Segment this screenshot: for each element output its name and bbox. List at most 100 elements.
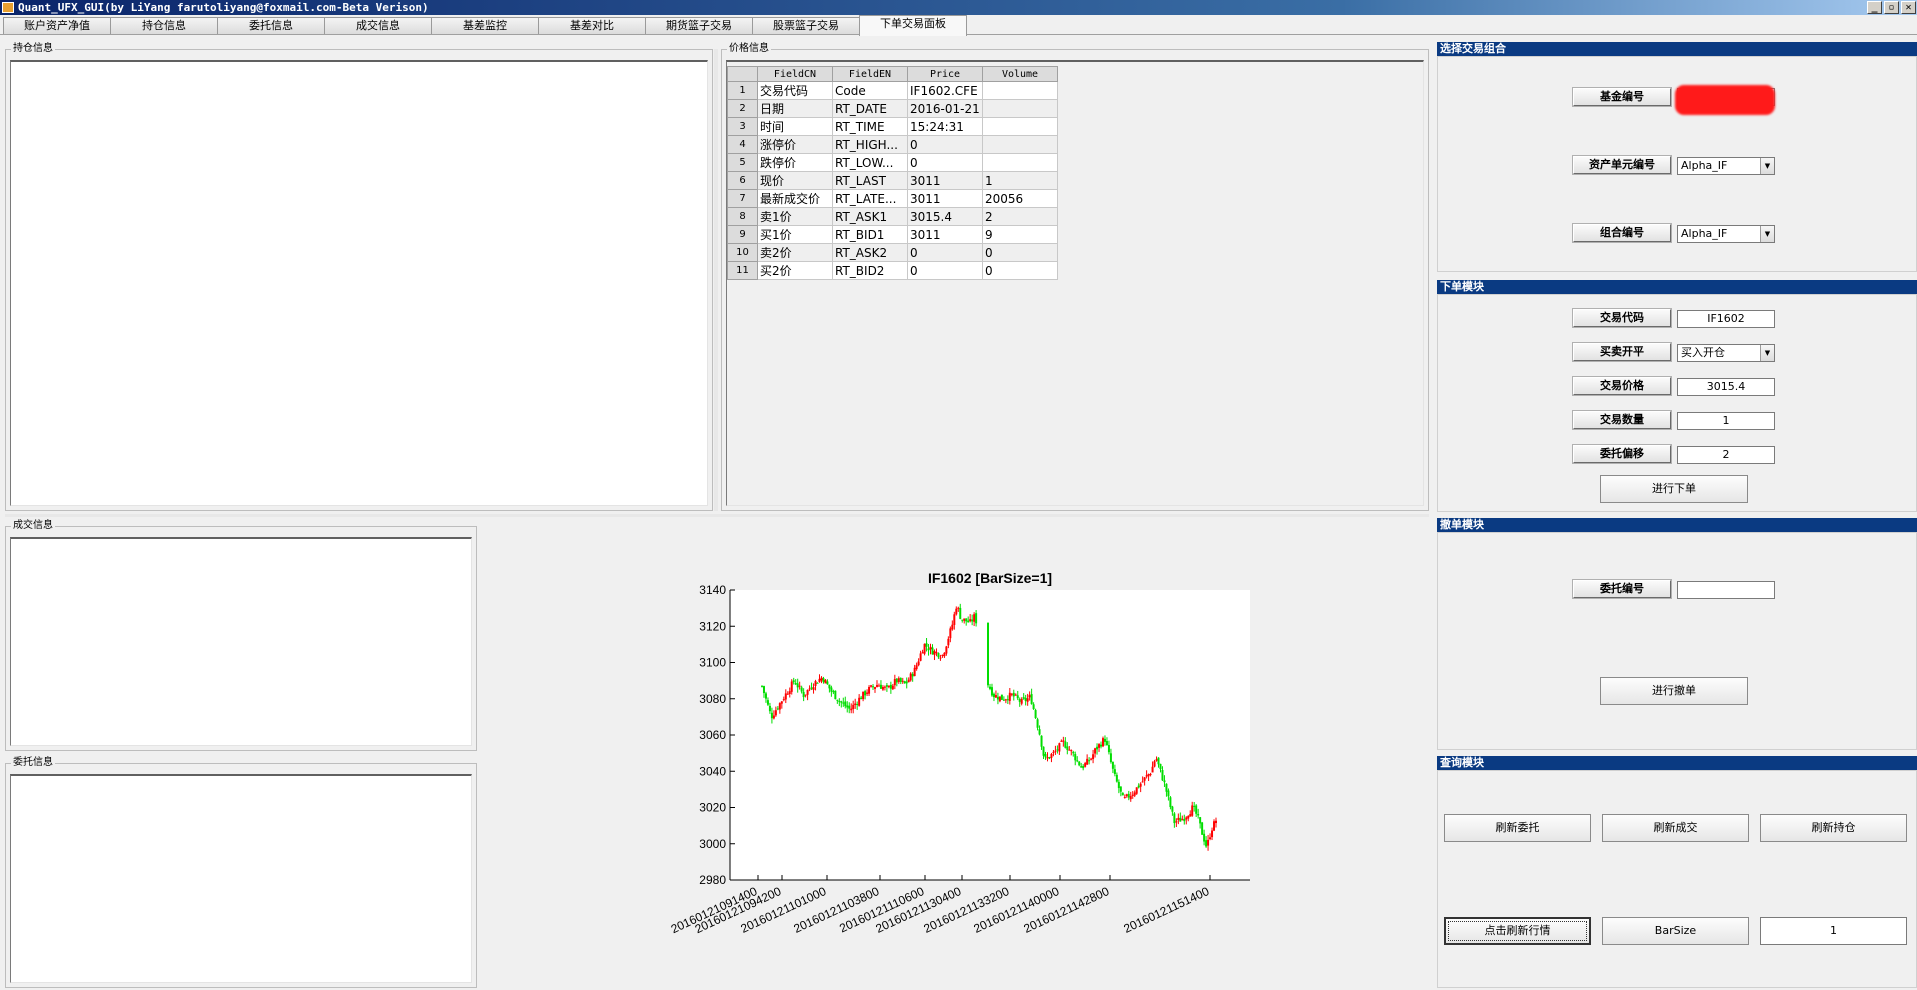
cancel-order-button[interactable]: 进行撤单 [1600, 677, 1748, 705]
candle-body [784, 693, 787, 700]
table-cell[interactable]: 卖2价 [757, 243, 833, 262]
table-cell[interactable]: 20056 [982, 189, 1058, 208]
close-button[interactable]: ✕ [1901, 1, 1916, 14]
table-cell[interactable]: RT_LAST [832, 171, 908, 190]
table-row[interactable]: 5 跌停价 RT_LOW... 0 [727, 153, 1058, 172]
table-cell[interactable] [982, 153, 1058, 172]
table-cell[interactable]: Code [832, 81, 908, 100]
table-cell[interactable]: 3011 [907, 171, 983, 190]
chevron-down-icon[interactable]: ▼ [1760, 158, 1774, 174]
tab-trades[interactable]: 成交信息 [324, 17, 432, 34]
table-cell[interactable]: 交易代码 [757, 81, 833, 100]
table-cell[interactable]: RT_ASK2 [832, 243, 908, 262]
table-row[interactable]: 4 涨停价 RT_HIGH... 0 [727, 135, 1058, 154]
table-cell[interactable]: 最新成交价 [757, 189, 833, 208]
refresh-orders-button[interactable]: 刷新委托 [1444, 814, 1591, 842]
refresh-trades-button[interactable]: 刷新成交 [1602, 814, 1749, 842]
asset-unit-select[interactable]: Alpha_IF ▼ [1677, 157, 1775, 175]
tab-basis-compare[interactable]: 基差对比 [538, 17, 646, 34]
table-cell[interactable]: 15:24:31 [907, 117, 983, 136]
refresh-quotes-button[interactable]: 点击刷新行情 [1444, 917, 1591, 945]
table-cell[interactable]: RT_TIME [832, 117, 908, 136]
table-row[interactable]: 8 卖1价 RT_ASK1 3015.4 2 [727, 207, 1058, 226]
candle-body [824, 679, 827, 684]
table-row[interactable]: 10 卖2价 RT_ASK2 0 0 [727, 243, 1058, 262]
table-cell[interactable]: 3011 [907, 189, 983, 208]
table-cell[interactable] [982, 81, 1058, 100]
table-cell[interactable]: 买1价 [757, 225, 833, 244]
table-row[interactable]: 7 最新成交价 RT_LATE... 3011 20056 [727, 189, 1058, 208]
code-input[interactable]: IF1602 [1677, 310, 1775, 328]
table-cell[interactable]: 卖1价 [757, 207, 833, 226]
col-fieldcn[interactable]: FieldCN [757, 66, 833, 82]
col-fielden[interactable]: FieldEN [832, 66, 908, 82]
table-cell[interactable]: IF1602.CFE [907, 81, 983, 100]
table-cell[interactable]: 0 [982, 243, 1058, 262]
table-cell[interactable]: RT_ASK1 [832, 207, 908, 226]
col-volume[interactable]: Volume [982, 66, 1058, 82]
table-cell[interactable]: 跌停价 [757, 153, 833, 172]
table-row[interactable]: 6 现价 RT_LAST 3011 1 [727, 171, 1058, 190]
combo-select[interactable]: Alpha_IF ▼ [1677, 225, 1775, 243]
table-cell[interactable]: RT_LATE... [832, 189, 908, 208]
minimize-button[interactable]: _ [1867, 1, 1882, 14]
orders-table[interactable] [10, 774, 472, 983]
tab-order-panel[interactable]: 下单交易面板 [859, 15, 967, 36]
trades-table[interactable] [10, 537, 472, 746]
col-price[interactable]: Price [907, 66, 983, 82]
vertical-splitter[interactable] [714, 49, 718, 511]
table-cell[interactable]: RT_LOW... [832, 153, 908, 172]
table-cell[interactable]: 1 [982, 171, 1058, 190]
submit-order-button[interactable]: 进行下单 [1600, 475, 1748, 503]
table-cell[interactable]: 时间 [757, 117, 833, 136]
table-cell[interactable] [982, 135, 1058, 154]
candle-body [919, 653, 922, 661]
qty-input[interactable]: 1 [1677, 412, 1775, 430]
table-cell[interactable]: 2016-01-21 [907, 99, 983, 118]
table-cell[interactable]: 日期 [757, 99, 833, 118]
table-cell[interactable]: 买2价 [757, 261, 833, 280]
table-row[interactable]: 9 买1价 RT_BID1 3011 9 [727, 225, 1058, 244]
chevron-down-icon[interactable]: ▼ [1760, 226, 1774, 242]
tab-stock-basket[interactable]: 股票篮子交易 [752, 17, 860, 34]
table-cell[interactable]: 2 [982, 207, 1058, 226]
table-row[interactable]: 1 交易代码 Code IF1602.CFE [727, 81, 1058, 100]
tab-basis-monitor[interactable]: 基差监控 [431, 17, 539, 34]
tab-futures-basket[interactable]: 期货篮子交易 [645, 17, 753, 34]
table-cell[interactable]: RT_BID1 [832, 225, 908, 244]
table-cell[interactable]: 0 [982, 261, 1058, 280]
order-no-input[interactable] [1677, 581, 1775, 599]
table-cell[interactable]: 0 [907, 135, 983, 154]
table-cell[interactable] [982, 99, 1058, 118]
chevron-down-icon[interactable]: ▼ [1760, 345, 1774, 361]
tab-orders[interactable]: 委托信息 [217, 17, 325, 34]
horizontal-splitter[interactable] [5, 514, 1429, 517]
price-table[interactable]: FieldCN FieldEN Price Volume 1 交易代码 Code IF… [727, 66, 1058, 280]
table-cell[interactable]: 0 [907, 243, 983, 262]
table-row[interactable]: 11 买2价 RT_BID2 0 0 [727, 261, 1058, 280]
table-cell[interactable]: 3015.4 [907, 207, 983, 226]
table-cell[interactable]: 0 [907, 153, 983, 172]
price-input[interactable]: 3015.4 [1677, 378, 1775, 396]
table-cell[interactable]: 现价 [757, 171, 833, 190]
tab-account-nav[interactable]: 账户资产净值 [3, 17, 111, 34]
tab-positions[interactable]: 持仓信息 [110, 17, 218, 34]
table-row[interactable]: 3 时间 RT_TIME 15:24:31 [727, 117, 1058, 136]
table-cell[interactable]: 涨停价 [757, 135, 833, 154]
refresh-positions-button[interactable]: 刷新持仓 [1760, 814, 1907, 842]
table-cell[interactable]: 0 [907, 261, 983, 280]
candle-body [1205, 840, 1208, 847]
table-cell[interactable]: 3011 [907, 225, 983, 244]
table-row[interactable]: 2 日期 RT_DATE 2016-01-21 [727, 99, 1058, 118]
table-cell[interactable]: RT_DATE [832, 99, 908, 118]
barsize-input[interactable]: 1 [1760, 917, 1907, 945]
table-cell[interactable] [982, 117, 1058, 136]
offset-input[interactable]: 2 [1677, 446, 1775, 464]
side-select[interactable]: 买入开仓 ▼ [1677, 344, 1775, 362]
maximize-button[interactable]: ▫ [1884, 1, 1899, 14]
table-cell[interactable]: RT_HIGH... [832, 135, 908, 154]
candle-body [895, 678, 898, 683]
positions-table[interactable] [10, 60, 708, 506]
table-cell[interactable]: RT_BID2 [832, 261, 908, 280]
table-cell[interactable]: 9 [982, 225, 1058, 244]
